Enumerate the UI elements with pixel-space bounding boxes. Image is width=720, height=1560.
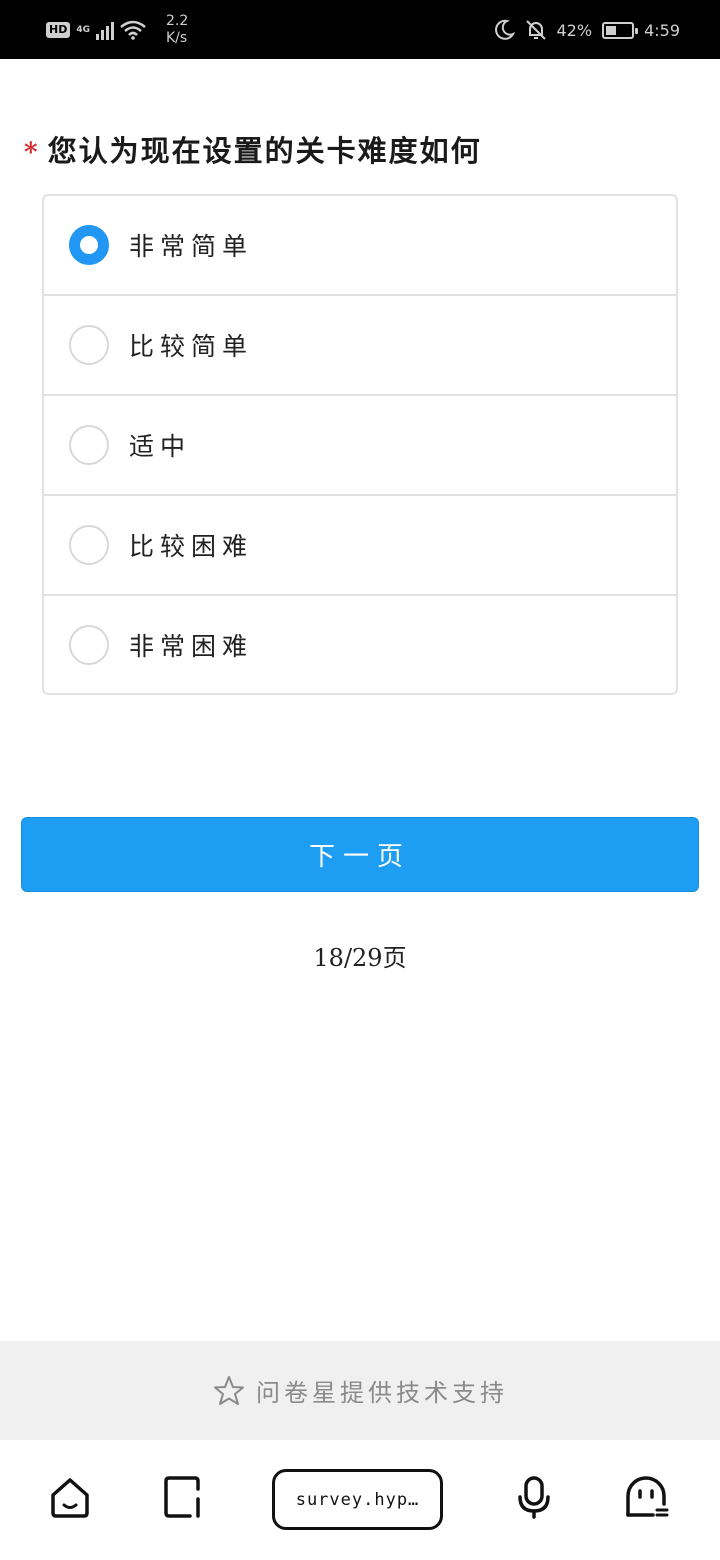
speed-unit: K/s — [166, 30, 188, 46]
microphone-icon — [518, 1476, 550, 1519]
moon-icon — [494, 19, 515, 40]
speed-value: 2.2 — [166, 13, 189, 29]
question-title: * 您认为现在设置的关卡难度如何 — [24, 128, 482, 170]
options-group: 非常简单 比较简单 适中 比较困难 非常困难 — [42, 194, 678, 695]
battery-percent: 42% — [556, 20, 593, 40]
option-label: 非常简单 — [129, 232, 254, 261]
option-row[interactable]: 非常简单 — [44, 196, 676, 296]
option-label: 比较简单 — [129, 332, 254, 361]
radio-button[interactable] — [69, 225, 109, 265]
assistant-icon — [626, 1476, 669, 1517]
network-type: 4G — [76, 25, 90, 35]
radio-button[interactable] — [69, 425, 109, 465]
option-row[interactable]: 比较困难 — [44, 496, 676, 596]
voice-button[interactable] — [504, 1467, 564, 1527]
option-label: 适中 — [129, 432, 192, 461]
tabs-button[interactable] — [152, 1467, 212, 1527]
status-right: 42% 4:59 — [493, 16, 680, 44]
option-label: 非常困难 — [129, 631, 254, 661]
option-row[interactable]: 非常困难 — [44, 596, 676, 693]
status-bar: HD 4G 2.2 K/s 42% 4:59 — [0, 0, 720, 59]
home-button[interactable] — [40, 1467, 100, 1527]
radio-button[interactable] — [69, 624, 109, 665]
clock: 4:59 — [644, 20, 680, 40]
option-row[interactable]: 适中 — [44, 396, 676, 496]
assistant-button[interactable] — [616, 1467, 676, 1527]
option-row[interactable]: 比较简单 — [44, 296, 676, 396]
radio-button[interactable] — [69, 325, 109, 365]
next-page-button[interactable]: 下一页 — [21, 817, 699, 892]
hd-badge: HD — [46, 22, 71, 38]
option-label: 比较困难 — [129, 532, 254, 561]
radio-button[interactable] — [69, 525, 109, 565]
status-left: HD 4G 2.2 K/s — [46, 13, 188, 47]
battery-icon — [602, 21, 639, 39]
url-bar[interactable]: survey.hyp… — [272, 1469, 443, 1530]
wifi-icon — [120, 20, 146, 40]
page-indicator: 18/29页 — [313, 944, 407, 972]
network-speed: 2.2 K/s — [166, 13, 188, 47]
powered-by-footer[interactable]: 问卷星提供技术支持 — [0, 1341, 720, 1440]
mute-bell-icon — [525, 20, 546, 40]
question-text: 您认为现在设置的关卡难度如何 — [47, 134, 482, 168]
required-mark: * — [24, 138, 40, 168]
footer-text: 问卷星提供技术支持 — [256, 1379, 508, 1407]
tabs-icon — [164, 1476, 200, 1518]
home-icon — [51, 1478, 89, 1518]
star-outline-icon — [214, 1375, 244, 1405]
signal-icon — [96, 20, 114, 40]
